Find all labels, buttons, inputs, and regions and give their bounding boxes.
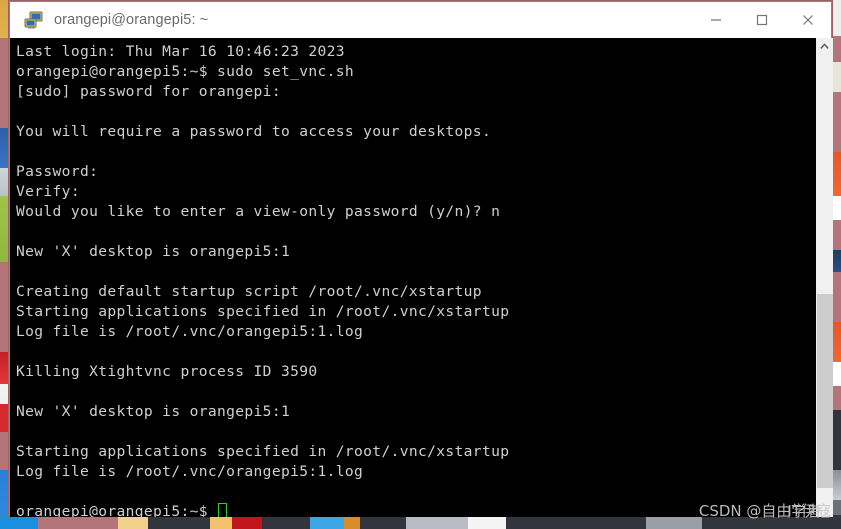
maximize-button[interactable] <box>739 2 785 38</box>
taskbar-icon-notes[interactable] <box>118 515 148 529</box>
taskbar-icon-folder[interactable] <box>38 515 118 529</box>
taskbar[interactable] <box>0 515 841 529</box>
terminal-line: Starting applications specified in /root… <box>16 443 510 460</box>
remote-desktop-icon <box>24 10 44 30</box>
taskbar-icon-dark-app-5[interactable] <box>702 515 841 529</box>
scrollbar-thumb[interactable] <box>817 294 833 488</box>
terminal-line: Creating default startup script /root/.v… <box>16 283 482 300</box>
terminal-line: Starting applications specified in /root… <box>16 303 510 320</box>
terminal-prompt: orangepi@orangepi5:~$ <box>16 503 217 517</box>
window-title: orangepi@orangepi5: ~ <box>54 12 209 28</box>
window-titlebar[interactable]: orangepi@orangepi5: ~ <box>10 2 831 38</box>
terminal-line: You will require a password to access yo… <box>16 123 492 140</box>
terminal-line: Would you like to enter a view-only pass… <box>16 203 501 220</box>
terminal-prompt-line: orangepi@orangepi5:~$ <box>16 502 815 517</box>
taskbar-icon-gray[interactable] <box>646 515 702 529</box>
terminal-line: Verify: <box>16 183 80 200</box>
terminal-line: Killing Xtightvnc process ID 3590 <box>16 363 318 380</box>
close-button[interactable] <box>785 2 831 38</box>
terminal-line: Log file is /root/.vnc/orangepi5:1.log <box>16 323 364 340</box>
terminal-line: Log file is /root/.vnc/orangepi5:1.log <box>16 463 364 480</box>
terminal-line: Password: <box>16 163 99 180</box>
taskbar-icon-dark-app-2[interactable] <box>262 515 310 529</box>
taskbar-icon-zip[interactable] <box>310 515 344 529</box>
terminal-line: Last login: Thu Mar 16 10:46:23 2023 <box>16 43 345 60</box>
taskbar-icon-mail[interactable] <box>210 515 232 529</box>
terminal-line: New 'X' desktop is orangepi5:1 <box>16 403 291 420</box>
taskbar-icon-dark-app-4[interactable] <box>506 515 646 529</box>
terminal-output-area[interactable]: Last login: Thu Mar 16 10:46:23 2023 oran… <box>10 38 815 517</box>
taskbar-icon-start[interactable] <box>0 515 38 529</box>
terminal-scrollbar[interactable] <box>815 38 833 517</box>
terminal-cursor <box>218 503 227 517</box>
terminal-line: [sudo] password for orangepi: <box>16 83 281 100</box>
screen: orangepi@orangepi5: ~ Last login: Thu Ma… <box>0 0 841 529</box>
terminal-body: Last login: Thu Mar 16 10:46:23 2023 oran… <box>10 38 833 517</box>
taskbar-icon-window[interactable] <box>406 515 468 529</box>
terminal-window: orangepi@orangepi5: ~ Last login: Thu Ma… <box>8 0 833 517</box>
taskbar-icon-media[interactable] <box>232 515 262 529</box>
terminal-line: orangepi@orangepi5:~$ sudo set_vnc.sh <box>16 63 355 80</box>
taskbar-icon-amber[interactable] <box>344 515 360 529</box>
scroll-up-icon[interactable] <box>816 38 833 55</box>
taskbar-icon-white-doc[interactable] <box>468 515 506 529</box>
terminal-line: New 'X' desktop is orangepi5:1 <box>16 243 291 260</box>
taskbar-icon-dark-app[interactable] <box>148 515 210 529</box>
minimize-button[interactable] <box>693 2 739 38</box>
window-controls <box>693 2 831 38</box>
taskbar-icon-dark-app-3[interactable] <box>360 515 406 529</box>
terminal-lines: Last login: Thu Mar 16 10:46:23 2023 oran… <box>16 42 815 517</box>
